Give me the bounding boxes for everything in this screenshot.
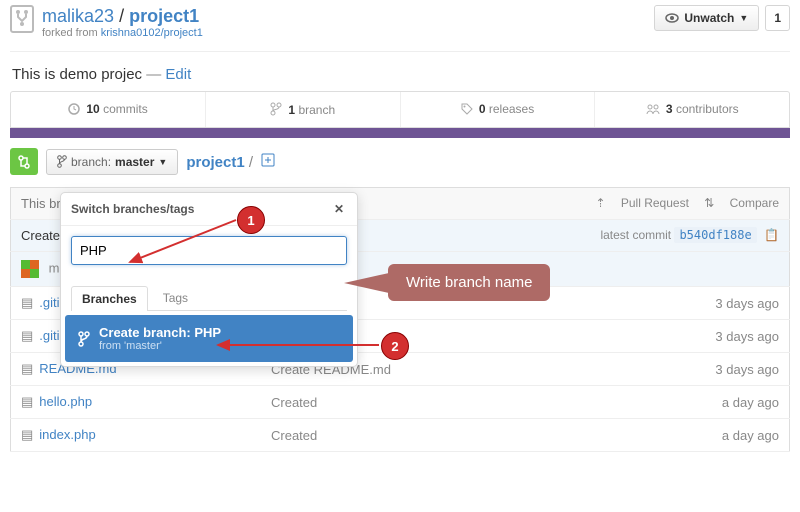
file-link[interactable]: hello.php	[39, 394, 92, 409]
fork-source-link[interactable]: krishna0102/project1	[101, 27, 203, 39]
edit-description-link[interactable]: Edit	[165, 66, 191, 83]
caret-down-icon: ▼	[739, 13, 748, 23]
history-icon	[68, 103, 80, 115]
commit-message[interactable]: Created	[261, 419, 591, 452]
commit-hash-link[interactable]: b540df188e	[674, 227, 756, 243]
repo-description: This is demo projec — Edit	[10, 52, 790, 91]
watch-count[interactable]: 1	[765, 5, 790, 31]
popover-title: Switch branches/tags	[71, 202, 194, 216]
repo-fork-logo	[10, 5, 34, 33]
branch-icon	[270, 102, 282, 116]
compare-button[interactable]	[10, 148, 38, 175]
contributors-stat[interactable]: 3 contributors	[595, 92, 789, 127]
file-icon: ▤	[21, 394, 33, 409]
compare-icon	[17, 154, 31, 170]
releases-stat[interactable]: 0 releases	[401, 92, 596, 127]
file-link[interactable]: index.php	[39, 427, 95, 442]
file-age: a day ago	[591, 419, 789, 452]
file-age: 3 days ago	[591, 320, 789, 353]
file-icon: ▤	[21, 328, 33, 343]
clipboard-icon[interactable]: 📋	[764, 228, 779, 242]
branches-stat[interactable]: 1 branch	[206, 92, 401, 127]
file-icon: ▤	[21, 361, 33, 376]
branch-search-input[interactable]	[71, 236, 347, 265]
create-branch-button[interactable]: Create branch: PHP from 'master'	[65, 315, 353, 362]
tag-icon	[461, 103, 473, 115]
tab-tags[interactable]: Tags	[152, 285, 199, 310]
path-root-link[interactable]: project1	[186, 154, 244, 171]
eye-icon	[665, 13, 679, 23]
close-icon[interactable]: ✕	[331, 201, 347, 217]
create-file-button[interactable]	[261, 153, 275, 171]
avatar[interactable]	[21, 260, 39, 278]
pull-request-button[interactable]: ⇡ Pull Request	[595, 196, 688, 210]
table-row: ▤ hello.php Createda day ago	[11, 386, 790, 419]
language-bar	[10, 128, 790, 138]
compare-link[interactable]: ⇅ Compare	[704, 196, 779, 210]
branch-icon	[77, 331, 91, 347]
repo-link[interactable]: project1	[129, 6, 199, 26]
file-age: 3 days ago	[591, 287, 789, 320]
repo-title: malika23 / project1	[42, 5, 203, 27]
unwatch-button[interactable]: Unwatch ▼	[654, 5, 759, 31]
file-icon: ▤	[21, 427, 33, 442]
caret-down-icon: ▼	[158, 157, 167, 167]
forked-from: forked from krishna0102/project1	[42, 27, 203, 39]
table-row: ▤ index.php Createda day ago	[11, 419, 790, 452]
file-icon: ▤	[21, 295, 33, 310]
branch-select-button[interactable]: branch: master ▼	[46, 149, 178, 175]
tab-branches[interactable]: Branches	[71, 286, 148, 311]
file-age: a day ago	[591, 386, 789, 419]
repo-stats-bar: 10 commits 1 branch 0 releases 3 contrib…	[10, 91, 790, 128]
commits-stat[interactable]: 10 commits	[11, 92, 206, 127]
owner-link[interactable]: malika23	[42, 6, 114, 26]
branch-icon	[57, 155, 67, 168]
people-icon	[646, 103, 660, 115]
branch-switcher-popover: Switch branches/tags ✕ Branches Tags Cre…	[60, 192, 358, 367]
file-age: 3 days ago	[591, 353, 789, 386]
commit-message[interactable]: Created	[261, 386, 591, 419]
